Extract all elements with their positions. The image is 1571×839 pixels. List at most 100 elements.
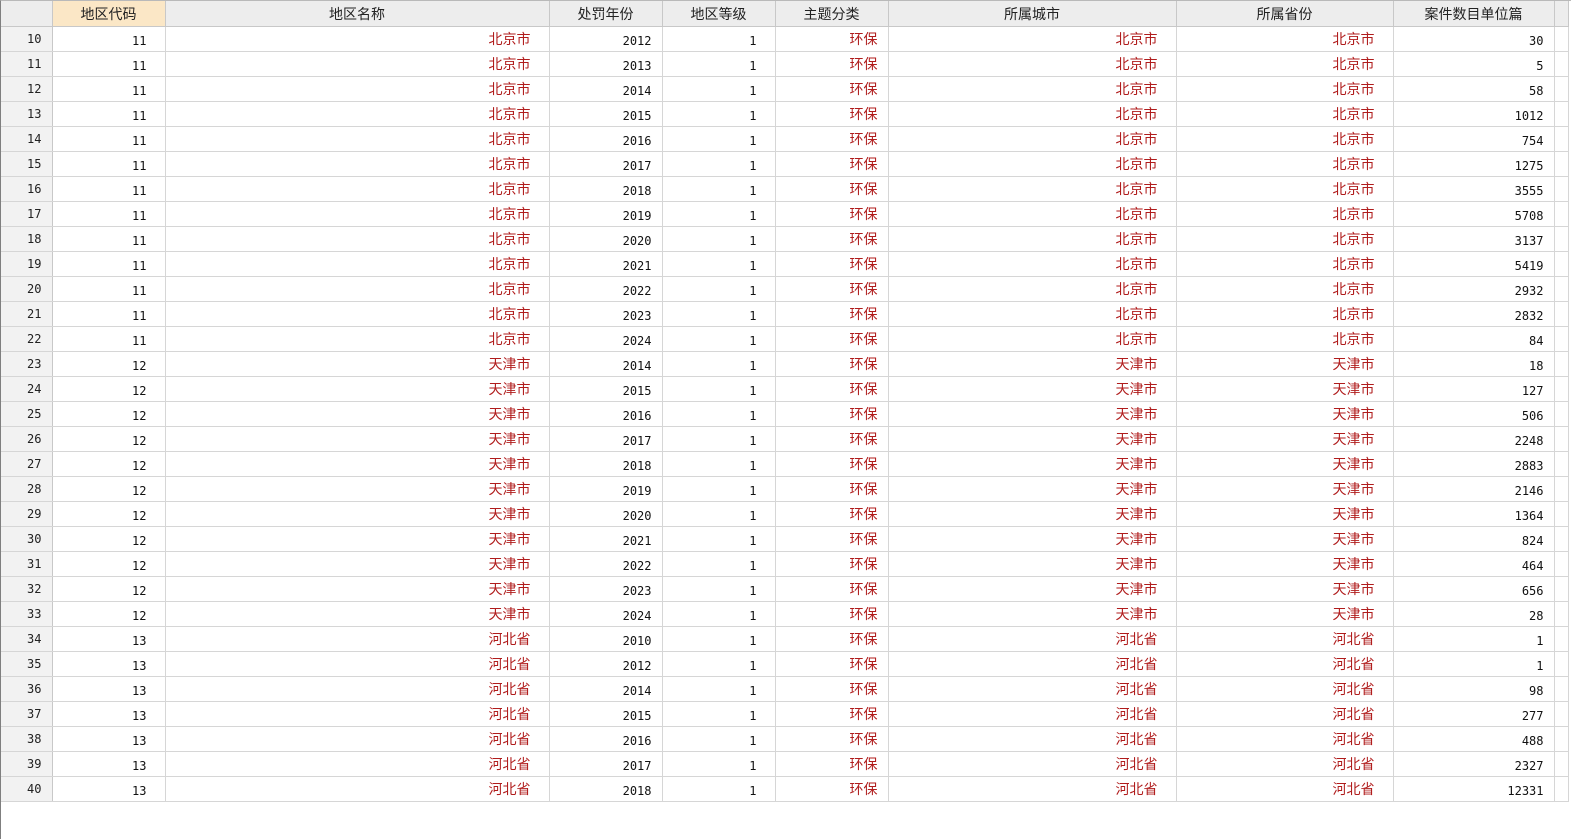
row-number-cell[interactable]: 33 [1,601,53,627]
province-cell[interactable]: 天津市 [1176,501,1394,527]
column-header-region-code[interactable]: 地区代码 [52,1,166,27]
region-code-cell[interactable]: 13 [52,726,166,752]
column-header-theme[interactable]: 主题分类 [775,1,889,27]
row-number-cell[interactable]: 30 [1,526,53,552]
city-cell[interactable]: 天津市 [888,526,1177,552]
region-level-cell[interactable]: 1 [662,526,776,552]
region-level-cell[interactable]: 1 [662,376,776,402]
region-level-cell[interactable]: 1 [662,26,776,52]
theme-cell[interactable]: 环保 [775,226,889,252]
case-count-cell[interactable]: 1364 [1393,501,1555,527]
column-header-penalty-year[interactable]: 处罚年份 [549,1,663,27]
column-header-region-name[interactable]: 地区名称 [165,1,550,27]
region-name-cell[interactable]: 天津市 [165,476,550,502]
region-name-cell[interactable]: 河北省 [165,626,550,652]
region-name-cell[interactable]: 河北省 [165,751,550,777]
theme-cell[interactable]: 环保 [775,376,889,402]
table-row[interactable]: 39 13 河北省 2017 1 环保 河北省 河北省 2327 [1,751,1569,777]
region-level-cell[interactable]: 1 [662,776,776,802]
theme-cell[interactable]: 环保 [775,76,889,102]
table-row[interactable]: 33 12 天津市 2024 1 环保 天津市 天津市 28 [1,601,1569,627]
province-cell[interactable]: 天津市 [1176,376,1394,402]
province-cell[interactable]: 天津市 [1176,351,1394,377]
case-count-cell[interactable]: 2932 [1393,276,1555,302]
theme-cell[interactable]: 环保 [775,251,889,277]
case-count-cell[interactable]: 464 [1393,551,1555,577]
region-code-cell[interactable]: 11 [52,76,166,102]
city-cell[interactable]: 天津市 [888,426,1177,452]
penalty-year-cell[interactable]: 2017 [549,751,663,777]
city-cell[interactable]: 北京市 [888,76,1177,102]
region-level-cell[interactable]: 1 [662,601,776,627]
case-count-cell[interactable]: 2146 [1393,476,1555,502]
penalty-year-cell[interactable]: 2012 [549,651,663,677]
city-cell[interactable]: 天津市 [888,576,1177,602]
city-cell[interactable]: 北京市 [888,251,1177,277]
penalty-year-cell[interactable]: 2021 [549,251,663,277]
region-code-cell[interactable]: 12 [52,501,166,527]
table-row[interactable]: 15 11 北京市 2017 1 环保 北京市 北京市 1275 [1,151,1569,177]
city-cell[interactable]: 北京市 [888,51,1177,77]
city-cell[interactable]: 天津市 [888,401,1177,427]
region-name-cell[interactable]: 天津市 [165,601,550,627]
province-cell[interactable]: 天津市 [1176,401,1394,427]
city-cell[interactable]: 河北省 [888,776,1177,802]
row-number-cell[interactable]: 28 [1,476,53,502]
region-level-cell[interactable]: 1 [662,401,776,427]
region-level-cell[interactable]: 1 [662,551,776,577]
case-count-cell[interactable]: 30 [1393,26,1555,52]
region-level-cell[interactable]: 1 [662,751,776,777]
theme-cell[interactable]: 环保 [775,126,889,152]
row-number-cell[interactable]: 29 [1,501,53,527]
region-code-cell[interactable]: 13 [52,651,166,677]
penalty-year-cell[interactable]: 2010 [549,626,663,652]
data-editor-grid[interactable]: 地区代码 地区名称 处罚年份 地区等级 主题分类 所属城市 所属省份 案件数目单… [0,0,1571,839]
region-level-cell[interactable]: 1 [662,276,776,302]
region-code-cell[interactable]: 12 [52,551,166,577]
region-name-cell[interactable]: 天津市 [165,551,550,577]
region-code-cell[interactable]: 11 [52,176,166,202]
region-name-cell[interactable]: 北京市 [165,51,550,77]
region-code-cell[interactable]: 11 [52,151,166,177]
penalty-year-cell[interactable]: 2012 [549,26,663,52]
row-number-cell[interactable]: 19 [1,251,53,277]
theme-cell[interactable]: 环保 [775,151,889,177]
city-cell[interactable]: 天津市 [888,501,1177,527]
row-number-cell[interactable]: 18 [1,226,53,252]
row-number-cell[interactable]: 34 [1,626,53,652]
region-name-cell[interactable]: 北京市 [165,276,550,302]
province-cell[interactable]: 天津市 [1176,451,1394,477]
city-cell[interactable]: 北京市 [888,301,1177,327]
city-cell[interactable]: 天津市 [888,476,1177,502]
province-cell[interactable]: 河北省 [1176,751,1394,777]
region-level-cell[interactable]: 1 [662,151,776,177]
penalty-year-cell[interactable]: 2019 [549,201,663,227]
case-count-cell[interactable]: 656 [1393,576,1555,602]
penalty-year-cell[interactable]: 2024 [549,601,663,627]
region-name-cell[interactable]: 北京市 [165,26,550,52]
row-number-header[interactable] [1,1,53,27]
row-number-cell[interactable]: 20 [1,276,53,302]
penalty-year-cell[interactable]: 2019 [549,476,663,502]
table-row[interactable]: 13 11 北京市 2015 1 环保 北京市 北京市 1012 [1,101,1569,127]
province-cell[interactable]: 北京市 [1176,251,1394,277]
row-number-cell[interactable]: 16 [1,176,53,202]
region-level-cell[interactable]: 1 [662,726,776,752]
theme-cell[interactable]: 环保 [775,601,889,627]
table-row[interactable]: 29 12 天津市 2020 1 环保 天津市 天津市 1364 [1,501,1569,527]
penalty-year-cell[interactable]: 2024 [549,326,663,352]
penalty-year-cell[interactable]: 2020 [549,501,663,527]
region-level-cell[interactable]: 1 [662,701,776,727]
penalty-year-cell[interactable]: 2022 [549,276,663,302]
table-row[interactable]: 21 11 北京市 2023 1 环保 北京市 北京市 2832 [1,301,1569,327]
case-count-cell[interactable]: 3137 [1393,226,1555,252]
row-number-cell[interactable]: 35 [1,651,53,677]
region-level-cell[interactable]: 1 [662,476,776,502]
penalty-year-cell[interactable]: 2014 [549,76,663,102]
table-row[interactable]: 36 13 河北省 2014 1 环保 河北省 河北省 98 [1,676,1569,702]
region-code-cell[interactable]: 11 [52,251,166,277]
city-cell[interactable]: 北京市 [888,101,1177,127]
penalty-year-cell[interactable]: 2018 [549,176,663,202]
province-cell[interactable]: 天津市 [1176,526,1394,552]
case-count-cell[interactable]: 28 [1393,601,1555,627]
